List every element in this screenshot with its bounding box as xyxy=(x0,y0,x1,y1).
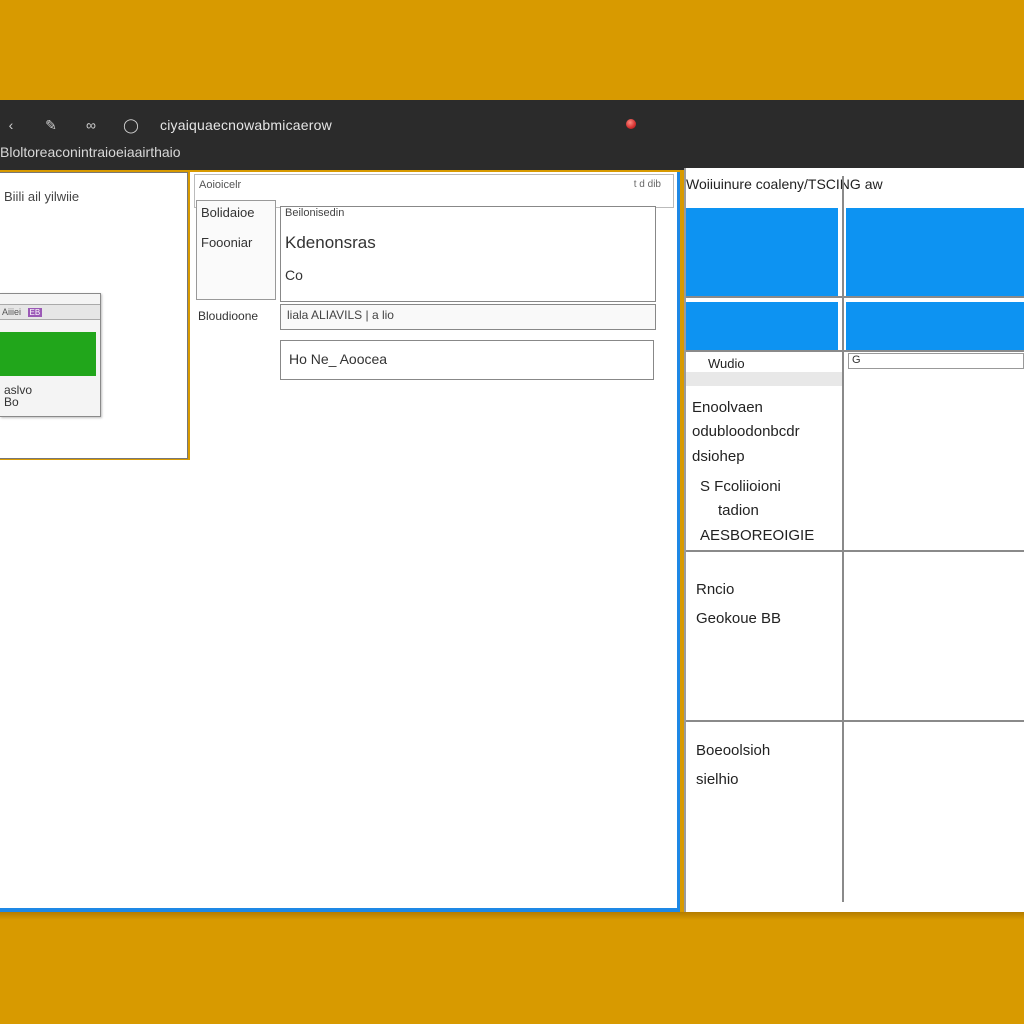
table-cell-text: tadion xyxy=(718,502,759,519)
table-header-cell[interactable] xyxy=(686,302,838,352)
table-header-cell[interactable] xyxy=(846,302,1024,352)
link-icon[interactable]: ∞ xyxy=(80,114,102,136)
page-subtitle: Bloltoreaconintraioeiaairthaio xyxy=(0,144,181,160)
progress-fill xyxy=(0,332,96,376)
mini-dialog-label: aslvo Bo xyxy=(4,384,32,408)
mini-dialog-header-text: Aiiiei xyxy=(2,307,22,317)
table-search-field[interactable]: G xyxy=(848,353,1024,369)
table-cell-text: sielhio xyxy=(696,771,739,788)
desktop-shadow xyxy=(0,912,1024,920)
mini-dialog-header: Aiiiei EB xyxy=(0,304,100,320)
table-cell-text: Rncio xyxy=(696,581,735,598)
table-row-divider xyxy=(686,720,1024,722)
table-row-divider xyxy=(686,296,1024,298)
field-label-bottom: Bloudioone xyxy=(198,309,259,323)
mini-dialog[interactable]: Aiiiei EB aslvo Bo xyxy=(0,293,101,417)
field-label-mid: Foooniar xyxy=(201,235,253,250)
table-cell-text: Boeoolsioh xyxy=(696,742,771,759)
table-header-cell[interactable] xyxy=(846,208,1024,296)
table-header-cell[interactable] xyxy=(686,208,838,296)
field-sub: Co xyxy=(285,267,303,283)
mini-dialog-badge: EB xyxy=(27,308,43,317)
cell-header-strip xyxy=(686,372,842,386)
input-field-a[interactable]: liala ALIAVILS | a lio xyxy=(280,304,656,330)
right-panel-title: Woiiuinure coaleny/TSCING aw xyxy=(686,176,883,192)
table-row-divider xyxy=(686,350,1024,352)
back-icon[interactable]: ‹ xyxy=(0,114,22,136)
pencil-icon[interactable]: ✎ xyxy=(40,114,62,136)
form-tab-name[interactable]: Aoioicelr xyxy=(199,179,241,191)
record-indicator-icon[interactable] xyxy=(626,119,636,129)
browser-toolbar: ‹ ✎ ∞ ◯ ciyaiquaecnowabmicaerow Bloltore… xyxy=(0,100,1024,170)
field-labels: Bolidaioe Foooniar xyxy=(196,200,276,300)
cell-header-label: Wudio xyxy=(708,356,745,371)
table-column-divider xyxy=(842,176,844,902)
globe-icon: ◯ xyxy=(123,116,139,133)
form-tab-tools[interactable]: t d dib xyxy=(634,179,661,190)
left-panel: Biili ail yilwiie Aiiiei EB aslvo Bo xyxy=(0,172,188,459)
left-panel-title: Biili ail yilwiie xyxy=(4,189,80,204)
address-bar[interactable]: ciyaiquaecnowabmicaerow xyxy=(160,117,332,133)
table-cell-text: Geokoue BB xyxy=(696,610,782,627)
field-label-top: Bolidaioe xyxy=(201,205,255,220)
field-value: Kdenonsras xyxy=(285,233,376,252)
table-row-divider xyxy=(686,550,1024,552)
table-cell-text: dsiohep xyxy=(692,448,745,465)
input-field-b[interactable]: Ho Ne_ Aoocea xyxy=(280,340,654,380)
toolbar-row: ‹ ✎ ∞ ◯ ciyaiquaecnowabmicaerow xyxy=(0,112,332,138)
field-caption: Beilonisedin xyxy=(285,207,345,219)
table-cell-text: AESBOREOIGIE xyxy=(700,527,815,544)
mini-dialog-label-line2: Bo xyxy=(4,395,19,409)
text-field-main[interactable]: Beilonisedin Kdenonsras Co xyxy=(280,206,656,302)
table-cell-text: S Fcoliioioni xyxy=(700,478,781,495)
table-cell-text: odubloodonbcdr xyxy=(692,423,800,440)
table-cell-text: Enoolvaen xyxy=(692,399,763,416)
